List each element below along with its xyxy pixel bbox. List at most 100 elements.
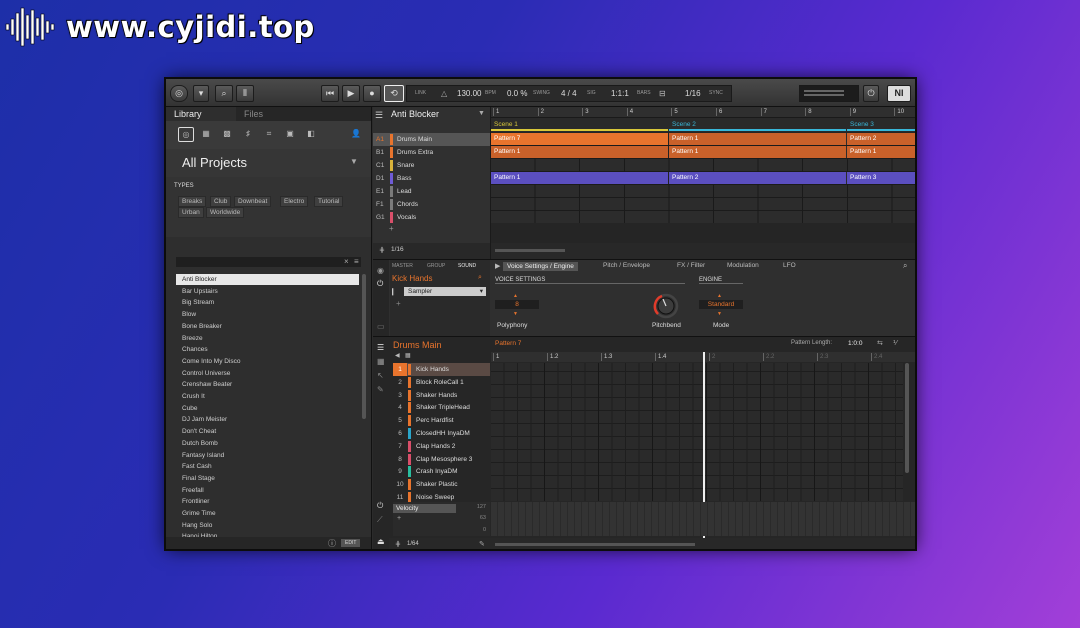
mixer-icon[interactable]: ⦀: [236, 85, 254, 102]
sound-row[interactable]: 8 Clap Mesosphere 3: [393, 453, 490, 466]
library-item[interactable]: Hang Solo: [176, 520, 359, 531]
polyphony-value[interactable]: 8: [495, 300, 539, 309]
clip-d1-s3[interactable]: Pattern 3: [847, 172, 915, 184]
library-item[interactable]: Breeze: [176, 333, 359, 344]
plugin-sampler[interactable]: Sampler ▾: [404, 287, 486, 296]
library-item[interactable]: Blow: [176, 309, 359, 320]
clip-b1-s1[interactable]: Pattern 1: [491, 146, 668, 158]
sound-row[interactable]: 7 Clap Hands 2: [393, 440, 490, 453]
plugin-dropdown-icon[interactable]: ▾: [480, 287, 483, 296]
maschine-logo-icon[interactable]: ◎: [170, 85, 188, 102]
sample-filter-icon[interactable]: ◧: [304, 127, 318, 140]
loop-filter-icon[interactable]: ▣: [283, 127, 297, 140]
tempo-value[interactable]: 130.00: [457, 86, 481, 101]
project-dropdown-icon[interactable]: ▼: [478, 110, 485, 117]
group-row[interactable]: B1 Drums Extra: [373, 146, 490, 159]
sound-row[interactable]: 5 Perc Hardfist: [393, 414, 490, 427]
clip-b1-s2[interactable]: Pattern 1: [669, 146, 846, 158]
ni-logo-icon[interactable]: NI: [887, 85, 911, 102]
search-input[interactable]: × ≡: [176, 257, 361, 267]
quantize-value[interactable]: 1/16: [685, 86, 701, 101]
group-row[interactable]: F1 Chords: [373, 198, 490, 211]
arranger-scrollbar[interactable]: [491, 243, 915, 259]
link-label[interactable]: LINK: [415, 86, 426, 101]
page-lfo[interactable]: LFO: [783, 262, 796, 269]
pattern-hscroll[interactable]: [491, 538, 915, 549]
modulation-icon[interactable]: ⏻: [377, 501, 383, 511]
pattern-group-name[interactable]: Drums Main: [393, 340, 442, 350]
arranger-zoom[interactable]: 1/16: [391, 246, 404, 253]
metronome-icon[interactable]: △: [441, 86, 447, 101]
group-row[interactable]: E1 Lead: [373, 185, 490, 198]
scene-2[interactable]: Scene 2: [669, 119, 846, 131]
sound-row[interactable]: 10 Shaker Plastic: [393, 478, 490, 491]
polyphony-up-icon[interactable]: ▲: [513, 293, 518, 299]
bank-selector[interactable]: All Projects ▼: [166, 149, 371, 178]
pattern-scrollbar[interactable]: [905, 363, 909, 473]
sound-row[interactable]: 3 Shaker Hands: [393, 389, 490, 402]
sound-row[interactable]: 4 Shaker TripleHead: [393, 401, 490, 414]
keyboard-mode-icon[interactable]: ☰: [377, 343, 384, 352]
mode-down-icon[interactable]: ▼: [717, 311, 722, 317]
clear-icon[interactable]: ×: [344, 257, 349, 266]
group-filter-icon[interactable]: ▦: [199, 127, 213, 140]
page-fx-filter[interactable]: FX / Filter: [677, 262, 705, 269]
sound-filter-icon[interactable]: ▩: [220, 127, 234, 140]
library-item[interactable]: Big Stream: [176, 297, 359, 308]
type-chip-worldwide[interactable]: Worldwide: [206, 207, 245, 218]
group-row[interactable]: D1 Bass: [373, 172, 490, 185]
velocity-selector[interactable]: Velocity: [393, 504, 456, 513]
pad-mode-icon[interactable]: ▦: [377, 357, 385, 366]
polyphony-down-icon[interactable]: ▼: [513, 311, 518, 317]
type-chip-breaks[interactable]: Breaks: [178, 196, 207, 207]
menu-dropdown-icon[interactable]: ▾: [193, 85, 209, 102]
library-item[interactable]: Control Universe: [176, 368, 359, 379]
selected-sound-name[interactable]: Kick Hands: [392, 274, 432, 283]
pattern-name[interactable]: Pattern 7: [495, 340, 521, 347]
clip-d1-s1[interactable]: Pattern 1: [491, 172, 668, 184]
restart-icon[interactable]: ⏮: [321, 85, 339, 102]
info-icon[interactable]: ⓘ: [328, 538, 336, 549]
speaker-icon[interactable]: ◀: [395, 352, 400, 359]
param-search-icon[interactable]: ⌕: [903, 261, 907, 271]
pitchbend-knob[interactable]: [653, 293, 679, 319]
select-tool-icon[interactable]: ↖: [377, 371, 384, 380]
library-item[interactable]: Anti Blocker: [176, 274, 359, 285]
page-pitch-envelope[interactable]: Pitch / Envelope: [603, 262, 650, 269]
tab-library[interactable]: Library: [166, 107, 236, 121]
page-nav-icon[interactable]: ▶: [495, 262, 500, 270]
library-item[interactable]: Fast Cash: [176, 461, 359, 472]
loop-icon[interactable]: ⟲: [384, 85, 404, 102]
library-item[interactable]: Bone Breaker: [176, 321, 359, 332]
library-item[interactable]: Bar Upstairs: [176, 286, 359, 297]
tab-files[interactable]: Files: [236, 107, 304, 121]
scene-3[interactable]: Scene 3: [847, 119, 915, 131]
sound-row[interactable]: 1 Kick Hands: [393, 363, 490, 376]
clip-a1-s3[interactable]: Pattern 2: [847, 133, 915, 145]
library-item[interactable]: Frontliner: [176, 496, 359, 507]
automation-icon[interactable]: ⟋: [377, 515, 383, 525]
library-item[interactable]: Freefall: [176, 485, 359, 496]
velocity-lane[interactable]: [491, 502, 915, 536]
type-chip-club[interactable]: Club: [210, 196, 232, 207]
chevron-down-icon[interactable]: ▼: [350, 157, 358, 166]
retrigger-icon[interactable]: ⇆: [877, 339, 883, 347]
group-row[interactable]: A1 Drums Main: [373, 133, 490, 146]
clip-b1-s3[interactable]: Pattern 1: [847, 146, 915, 158]
library-item[interactable]: Grime Time: [176, 508, 359, 519]
instrument-filter-icon[interactable]: ♯: [241, 127, 255, 140]
clip-a1-s1[interactable]: Pattern 7: [491, 133, 668, 145]
pencil-tool-icon[interactable]: ✎: [377, 385, 384, 394]
velocity-toggle-icon[interactable]: ⅟: [893, 339, 897, 347]
user-icon[interactable]: 👤: [349, 127, 363, 140]
group-row[interactable]: C1 Snare: [373, 159, 490, 172]
sort-icon[interactable]: ≡: [354, 257, 359, 266]
add-plugin-icon[interactable]: +: [396, 299, 401, 308]
library-item[interactable]: Crenshaw Beater: [176, 379, 359, 390]
bar-ruler[interactable]: 1 2 3 4 5 6 7 8 9 10: [491, 107, 915, 118]
library-item[interactable]: Chances: [176, 344, 359, 355]
type-chip-tutorial[interactable]: Tutorial: [314, 196, 344, 207]
collapse-icon[interactable]: ▭: [377, 322, 385, 331]
search-icon[interactable]: ⌕: [215, 85, 233, 102]
signature-value[interactable]: 4 / 4: [561, 86, 577, 101]
